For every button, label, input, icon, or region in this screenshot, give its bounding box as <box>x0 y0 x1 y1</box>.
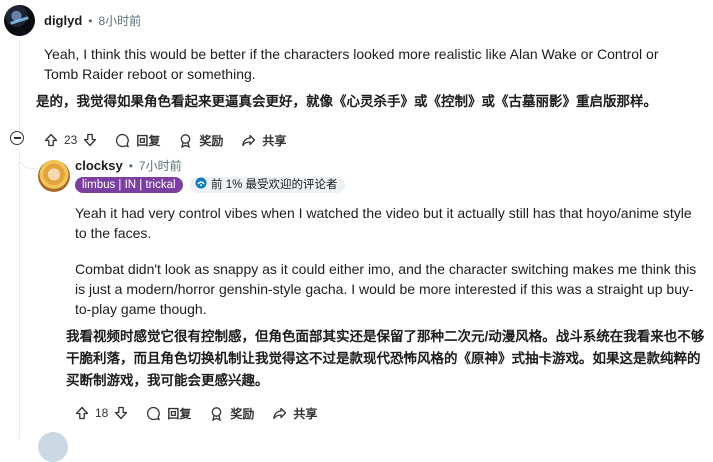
share-label: 共享 <box>293 406 318 421</box>
share-icon <box>241 133 256 148</box>
username[interactable]: diglyd <box>44 13 82 28</box>
award-button[interactable]: 奖励 <box>178 132 223 149</box>
share-button[interactable]: 共享 <box>241 132 286 149</box>
comment-body-zh: 是的，我觉得如果角色看起来更逼真会更好，就像《心灵杀手》或《控制》或《古墓丽影》… <box>36 94 657 109</box>
reply-bubble-icon <box>146 406 161 421</box>
share-label: 共享 <box>262 133 287 148</box>
vote-group: 18 <box>75 406 128 420</box>
award-label: 奖励 <box>230 406 255 421</box>
reply-label: 回复 <box>167 406 192 421</box>
top-commenter-badge: 前 1% 最受欢迎的评论者 <box>190 177 345 193</box>
reply-label: 回复 <box>136 133 161 148</box>
share-icon <box>272 406 287 421</box>
comment-body-en: Yeah it had very control vibes when I wa… <box>75 205 692 241</box>
reply-button[interactable]: 回复 <box>146 405 191 422</box>
reply-button[interactable]: 回复 <box>115 132 160 149</box>
avatar[interactable] <box>4 5 35 36</box>
downvote-icon[interactable] <box>83 133 97 147</box>
vote-count: 23 <box>64 133 78 147</box>
award-label: 奖励 <box>199 133 224 148</box>
avatar[interactable] <box>38 432 68 462</box>
avatar[interactable] <box>38 160 70 192</box>
comment-header: diglyd • 8小时前 <box>44 12 141 29</box>
username[interactable]: clocksy <box>75 158 123 173</box>
share-button[interactable]: 共享 <box>272 405 317 422</box>
user-flair: limbus | IN | trickal <box>75 177 183 193</box>
collapse-icon[interactable] <box>10 131 24 145</box>
thread-line-reply[interactable] <box>19 148 20 439</box>
comment-body-en: Combat didn't look as snappy as it could… <box>75 261 697 317</box>
comment-actions: 23 回复 奖励 共享 <box>44 126 304 154</box>
comment-header: clocksy • 7小时前 <box>75 157 182 174</box>
separator: • <box>88 13 93 28</box>
upvote-icon[interactable] <box>75 406 89 420</box>
downvote-icon[interactable] <box>114 406 128 420</box>
timestamp[interactable]: 8小时前 <box>98 12 141 29</box>
thread-connector <box>19 150 38 169</box>
badge-label: 前 1% 最受欢迎的评论者 <box>211 179 338 191</box>
comment-actions: 18 回复 奖励 共享 <box>75 399 335 427</box>
separator: • <box>128 158 133 173</box>
award-button[interactable]: 奖励 <box>209 405 254 422</box>
award-icon <box>209 406 224 421</box>
comment-body-en: Yeah, I think this would be better if th… <box>44 46 659 82</box>
thread-line[interactable] <box>19 40 20 130</box>
award-icon <box>178 133 193 148</box>
vote-group: 23 <box>44 133 97 147</box>
upvote-icon[interactable] <box>44 133 58 147</box>
timestamp[interactable]: 7小时前 <box>139 157 182 174</box>
vote-count: 18 <box>95 406 109 420</box>
top-commenter-icon <box>195 177 207 194</box>
comment-body-zh: 我看视频时感觉它很有控制感，但角色面部其实还是保留了那种二次元/动漫风格。战斗系… <box>66 329 705 388</box>
reply-bubble-icon <box>115 133 130 148</box>
